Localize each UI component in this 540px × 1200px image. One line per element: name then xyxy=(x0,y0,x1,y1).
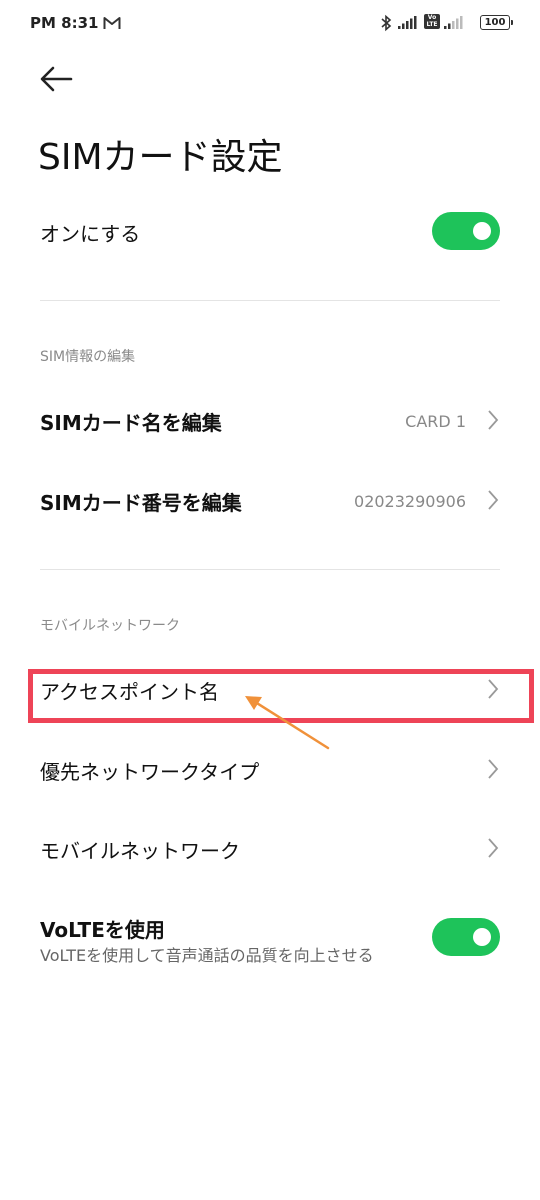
back-arrow-icon xyxy=(40,66,73,92)
signal-2-icon xyxy=(444,16,463,29)
chevron-right-icon xyxy=(488,838,499,858)
edit-sim-name-row[interactable]: SIMカード名を編集 CARD 1 xyxy=(0,385,540,455)
preferred-network-type-label: 優先ネットワークタイプ xyxy=(40,760,260,784)
page-title: SIMカード設定 xyxy=(38,137,283,178)
volte-toggle[interactable] xyxy=(432,918,500,956)
edit-sim-number-label: SIMカード番号を編集 xyxy=(40,491,242,515)
volte-badge-text: Vo LTE xyxy=(426,14,438,28)
section-header-sim-info: SIM情報の編集 xyxy=(40,349,136,365)
annotation-arrow xyxy=(245,696,330,750)
mobile-network-row[interactable]: モバイルネットワーク xyxy=(0,813,540,883)
edit-sim-name-label: SIMカード名を編集 xyxy=(40,411,222,435)
status-icons: Vo LTE 100 xyxy=(380,12,513,34)
chevron-right-icon xyxy=(488,490,499,510)
volte-badge: Vo LTE xyxy=(424,14,440,29)
battery-level: 100 xyxy=(484,17,506,28)
sim-number-value: 02023290906 xyxy=(354,492,466,511)
sim-enable-row[interactable]: オンにする xyxy=(0,196,540,266)
toggle-knob xyxy=(473,222,491,240)
back-button[interactable] xyxy=(36,60,80,100)
toggle-knob xyxy=(473,928,491,946)
divider xyxy=(40,300,500,301)
divider xyxy=(40,569,500,570)
volte-label: VoLTEを使用 xyxy=(40,918,165,942)
volte-row[interactable]: VoLTEを使用 VoLTEを使用して音声通話の品質を向上させる xyxy=(0,900,540,980)
chevron-right-icon xyxy=(488,410,499,430)
sim-enable-label: オンにする xyxy=(40,222,141,246)
status-time: PM 8:31 xyxy=(30,14,99,32)
status-bar: PM 8:31 Vo LTE 100 xyxy=(0,0,540,48)
battery-icon: 100 xyxy=(480,15,513,30)
gmail-icon xyxy=(103,17,121,29)
section-header-mobile-network: モバイルネットワーク xyxy=(40,618,180,634)
bluetooth-icon xyxy=(381,14,392,32)
volte-description: VoLTEを使用して音声通話の品質を向上させる xyxy=(40,946,374,965)
sim-name-value: CARD 1 xyxy=(405,412,466,431)
chevron-right-icon xyxy=(488,759,499,779)
sim-enable-toggle[interactable] xyxy=(432,212,500,250)
signal-icon xyxy=(398,16,417,29)
mobile-network-label: モバイルネットワーク xyxy=(40,839,240,863)
edit-sim-number-row[interactable]: SIMカード番号を編集 02023290906 xyxy=(0,465,540,535)
